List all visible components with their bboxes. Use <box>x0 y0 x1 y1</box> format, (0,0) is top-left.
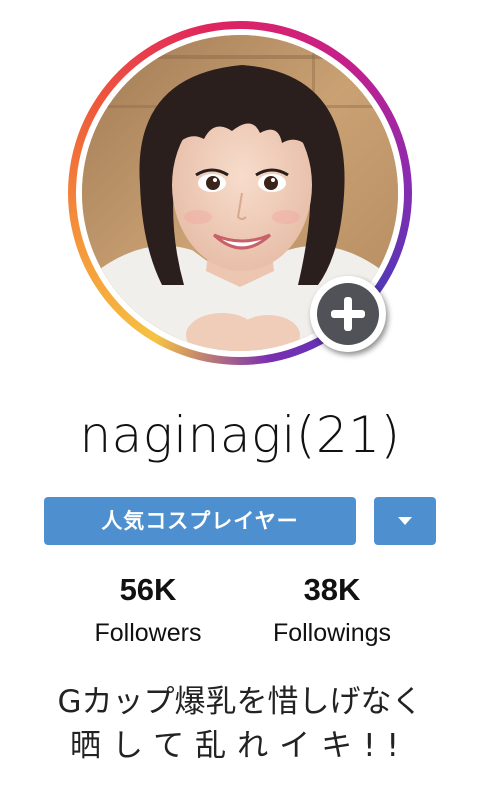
following-stat[interactable]: 38K Followings <box>252 572 412 648</box>
followers-label: Followers <box>94 619 202 647</box>
following-count: 38K <box>303 572 361 607</box>
caret-down-icon <box>398 517 412 525</box>
add-story-button[interactable] <box>310 276 386 352</box>
bio: Gカップ爆乳を惜しげなく 晒して乱れイキ!! <box>0 680 480 768</box>
followers-count: 56K <box>119 572 177 607</box>
followers-stat[interactable]: 56K Followers <box>68 572 228 648</box>
category-tag-button[interactable]: 人気コスプレイヤー <box>44 497 356 545</box>
bio-line-1: Gカップ爆乳を惜しげなく <box>57 684 423 720</box>
dropdown-button[interactable] <box>374 497 436 545</box>
bio-line-2: 晒して乱れイキ!! <box>70 728 410 764</box>
profile-card: naginagi(21) 人気コスプレイヤー 56K Followers 38K… <box>0 0 480 800</box>
plus-icon <box>317 283 379 345</box>
username: naginagi(21) <box>79 406 401 464</box>
following-label: Followings <box>272 619 392 647</box>
